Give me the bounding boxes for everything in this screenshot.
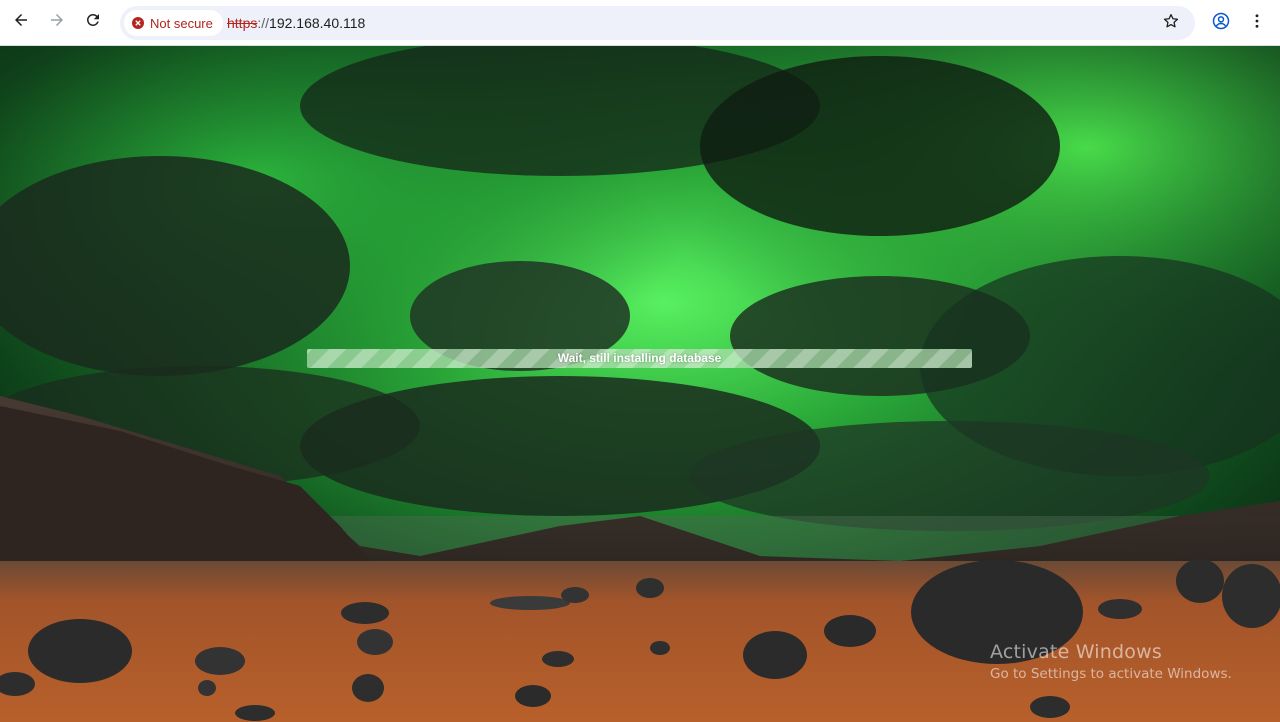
warning-circle-icon: [132, 17, 144, 29]
forward-button[interactable]: [42, 7, 72, 37]
browser-menu-button[interactable]: [1242, 8, 1272, 38]
progress-label: Wait, still installing database: [557, 351, 722, 365]
security-label: Not secure: [150, 15, 213, 31]
bookmark-button[interactable]: [1157, 9, 1185, 37]
site-security-chip[interactable]: Not secure: [124, 10, 223, 36]
url-scheme: https: [227, 15, 258, 31]
account-icon: [1211, 11, 1231, 36]
url-host: 192.168.40.118: [269, 15, 366, 31]
install-progress-bar: Wait, still installing database: [307, 349, 972, 368]
url-separator: ://: [257, 15, 270, 31]
reload-icon: [84, 11, 102, 34]
profile-button[interactable]: [1206, 8, 1236, 38]
background-image: [0, 46, 1280, 722]
address-bar[interactable]: Not secure https://192.168.40.118: [120, 6, 1195, 40]
arrow-right-icon: [48, 11, 66, 34]
page-content: Wait, still installing database Activate…: [0, 46, 1280, 722]
back-button[interactable]: [6, 7, 36, 37]
arrow-left-icon: [12, 11, 30, 34]
star-icon: [1162, 12, 1180, 35]
reload-button[interactable]: [78, 7, 108, 37]
more-vertical-icon: [1248, 12, 1266, 35]
url-text[interactable]: https://192.168.40.118: [227, 6, 365, 40]
browser-toolbar: Not secure https://192.168.40.118: [0, 0, 1280, 46]
